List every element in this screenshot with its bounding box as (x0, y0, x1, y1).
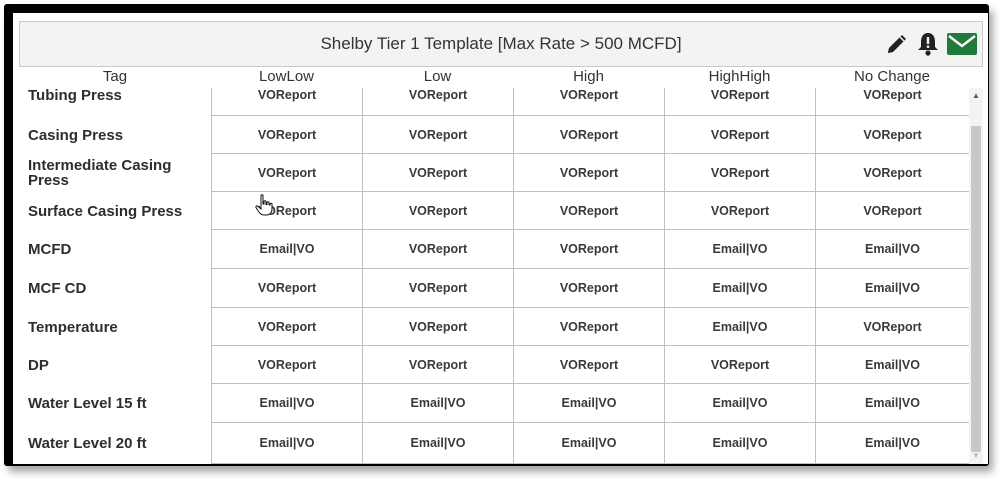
action-cell[interactable]: VOReport (362, 230, 513, 269)
table-row: Surface Casing Press VOReport VOReport VORe… (19, 192, 969, 230)
action-cell[interactable]: VOReport (211, 88, 362, 116)
action-cell[interactable]: VOReport (664, 192, 815, 230)
tag-label: DP (28, 356, 49, 374)
action-cell[interactable]: VOReport (211, 308, 362, 346)
table-row: MCFD Email|VO VOReport VOReport Email|VO Emai… (19, 230, 969, 269)
action-cell[interactable]: VOReport (513, 88, 664, 116)
action-cell[interactable]: Email|VO (815, 423, 969, 464)
table-row: Intermediate Casing Press VOReport VORepor… (19, 154, 969, 192)
scroll-down-arrow-icon[interactable]: ▼ (969, 450, 983, 462)
table-row: Temperature VOReport VOReport VOReport Email… (19, 308, 969, 346)
action-cell[interactable]: Email|VO (513, 384, 664, 423)
window-title: Shelby Tier 1 Template [Max Rate > 500 M… (320, 34, 682, 53)
action-cell[interactable]: VOReport (211, 154, 362, 192)
action-cell[interactable]: VOReport (362, 346, 513, 384)
action-cell[interactable]: VOReport (815, 192, 969, 230)
column-header-0: Tag (102, 68, 128, 85)
action-cell[interactable]: VOReport (362, 269, 513, 308)
window-frame: Shelby Tier 1 Template [Max Rate > 500 M… (4, 4, 989, 466)
action-cell[interactable]: Email|VO (664, 423, 815, 464)
hand-cursor-icon (255, 194, 273, 221)
action-cell[interactable]: Email|VO (362, 384, 513, 423)
action-cell[interactable]: VOReport (362, 308, 513, 346)
tag-label: Water Level 15 ft (28, 395, 147, 412)
action-cell[interactable]: VOReport (815, 116, 969, 154)
action-cell[interactable]: VOReport (664, 346, 815, 384)
action-cell[interactable]: VOReport (513, 116, 664, 154)
action-cell[interactable]: VOReport (513, 192, 664, 230)
tag-label: Tubing Press (28, 87, 122, 104)
column-header-4: HighHigh (708, 68, 771, 85)
tag-label: MCF CD (28, 280, 87, 297)
action-cell[interactable]: VOReport (211, 346, 362, 384)
action-cell[interactable]: VOReport (513, 269, 664, 308)
tag-label: Water Level 20 ft (28, 435, 147, 452)
table-row: MCF CD VOReport VOReport VOReport Email|VO Em… (19, 269, 969, 308)
alarm-template-panel: Shelby Tier 1 Template [Max Rate > 500 M… (13, 13, 988, 464)
scroll-up-arrow-icon[interactable]: ▲ (969, 90, 983, 102)
action-cell[interactable]: Email|VO (211, 384, 362, 423)
title-icons (884, 28, 978, 60)
action-cell[interactable]: Email|VO (815, 230, 969, 269)
action-cell[interactable]: Email|VO (211, 230, 362, 269)
tag-label: MCFD (28, 241, 72, 258)
action-cell[interactable]: Email|VO (513, 423, 664, 464)
scroll-thumb[interactable] (971, 126, 981, 452)
tag-label: Casing Press (28, 126, 124, 144)
action-cell[interactable]: Email|VO (815, 384, 969, 423)
action-cell[interactable]: Email|VO (664, 384, 815, 423)
action-cell[interactable]: Email|VO (664, 230, 815, 269)
mail-icon[interactable] (946, 31, 978, 57)
table-row: DP VOReport VOReport VOReport VOReport Email|… (19, 346, 969, 384)
table-row: Tubing Press VOReport VOReport VOReport VORe… (19, 88, 969, 116)
action-cell[interactable]: VOReport (664, 154, 815, 192)
action-cell[interactable]: VOReport (664, 88, 815, 116)
tag-label: Intermediate Casing Press (28, 157, 172, 189)
action-cell[interactable]: VOReport (211, 192, 362, 230)
action-cell[interactable]: VOReport (362, 88, 513, 116)
table-row: Casing Press VOReport VOReport VOReport VORe… (19, 116, 969, 154)
action-cell[interactable]: VOReport (362, 192, 513, 230)
action-cell[interactable]: VOReport (513, 154, 664, 192)
action-cell[interactable]: VOReport (362, 154, 513, 192)
title-bar: Shelby Tier 1 Template [Max Rate > 500 M… (19, 21, 983, 67)
table-row: Water Level 15 ft Email|VO Email|VO Email|V… (19, 384, 969, 423)
column-header-row: Tag LowLow Low High HighHigh No Change (19, 68, 983, 88)
vertical-scrollbar[interactable]: ▲ ▼ (969, 88, 983, 464)
column-header-1: LowLow (258, 68, 315, 85)
action-cell[interactable]: Email|VO (664, 308, 815, 346)
action-cell[interactable]: Email|VO (362, 423, 513, 464)
action-cell[interactable]: Email|VO (664, 269, 815, 308)
action-cell[interactable]: VOReport (362, 116, 513, 154)
column-header-2: Low (423, 68, 452, 85)
table-row: Water Level 20 ft Email|VO Email|VO Email|V… (19, 423, 969, 464)
action-cell[interactable]: VOReport (815, 308, 969, 346)
action-cell[interactable]: Email|VO (815, 269, 969, 308)
tag-label: Temperature (28, 318, 118, 336)
action-cell[interactable]: VOReport (513, 308, 664, 346)
tag-label: Surface Casing Press (28, 202, 183, 220)
action-cell[interactable]: Email|VO (211, 423, 362, 464)
action-cell[interactable]: VOReport (211, 269, 362, 308)
pencil-icon[interactable] (884, 31, 910, 57)
action-cell[interactable]: VOReport (211, 116, 362, 154)
bell-alert-icon[interactable] (916, 31, 940, 57)
action-cell[interactable]: VOReport (815, 154, 969, 192)
action-cell[interactable]: VOReport (513, 230, 664, 269)
action-cell[interactable]: VOReport (664, 116, 815, 154)
column-header-5: No Change (854, 68, 930, 85)
action-cell[interactable]: VOReport (513, 346, 664, 384)
action-cell[interactable]: VOReport (815, 88, 969, 116)
action-cell[interactable]: Email|VO (815, 346, 969, 384)
alarm-table: Tubing Press VOReport VOReport VOReport VORe… (19, 88, 969, 464)
column-header-3: High (573, 68, 604, 85)
